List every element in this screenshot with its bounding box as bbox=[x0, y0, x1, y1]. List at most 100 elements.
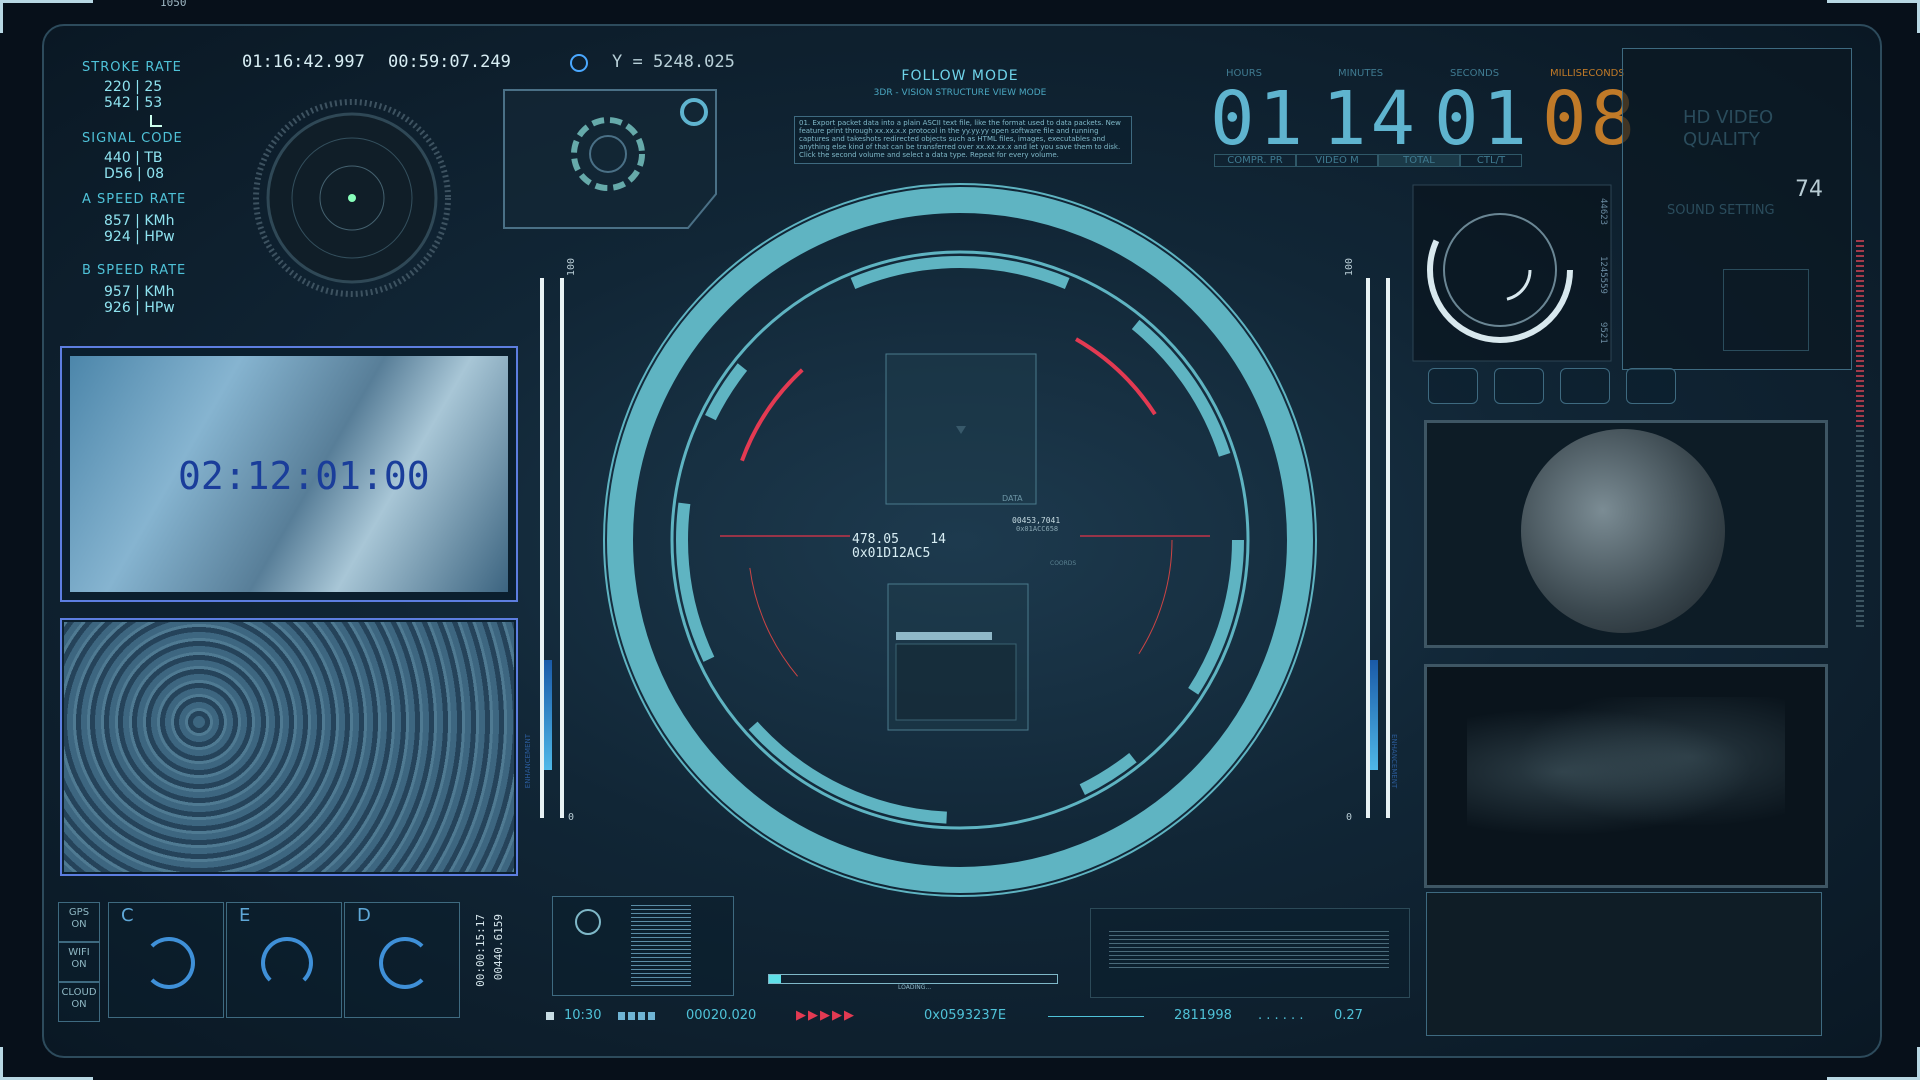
center-small2: 0x01ACC658 bbox=[1016, 525, 1059, 533]
b-speed-line1: 957 | KMh bbox=[104, 284, 175, 300]
target-icon bbox=[570, 54, 588, 72]
clock-sub3: TOTAL bbox=[1378, 154, 1460, 167]
gauge-c-label: C bbox=[121, 905, 134, 926]
status-arrows-icon: ▶▶▶▶▶ bbox=[796, 1008, 856, 1023]
world-map-panel[interactable] bbox=[1424, 664, 1828, 888]
right-scale-top: 100 bbox=[1344, 258, 1355, 277]
vnum3: 9521 bbox=[1598, 322, 1608, 344]
satellite-map-panel[interactable]: 02:12:01:00 bbox=[60, 346, 518, 602]
stroke-rate-line1: 220 | 25 bbox=[104, 79, 163, 95]
cloud-toggle[interactable]: CLOUD ON bbox=[58, 982, 100, 1022]
status-square-icon bbox=[546, 1012, 554, 1020]
left-scale-fill bbox=[544, 660, 552, 770]
vertical-code1: 00:00:15:17 bbox=[474, 914, 487, 987]
hd-video-value: 74 bbox=[1795, 177, 1823, 202]
clock-sub1: COMPR. PR bbox=[1214, 154, 1296, 167]
stroke-rate-line2: 542 | 53 bbox=[104, 95, 163, 111]
status-t2: 00020.020 bbox=[686, 1008, 757, 1023]
terrain-map-image bbox=[64, 622, 514, 872]
terrain-map-panel[interactable] bbox=[60, 618, 518, 876]
loading-bar bbox=[768, 974, 1058, 984]
stroke-rate-label: STROKE RATE bbox=[82, 60, 182, 75]
corner-bracket bbox=[1827, 0, 1920, 33]
clock-sub4: CTL/T bbox=[1460, 154, 1522, 167]
gauge-e-label: E bbox=[239, 905, 251, 926]
mini-button-1[interactable] bbox=[1428, 368, 1478, 404]
left-scale-bottom: 0 bbox=[568, 812, 575, 823]
gauge-e: E bbox=[226, 902, 342, 1018]
gauge-d-label: D bbox=[357, 905, 371, 926]
document-icon bbox=[575, 909, 601, 935]
globe-panel[interactable] bbox=[1424, 420, 1828, 648]
document-lines bbox=[631, 905, 691, 987]
b-speed-line2: 926 | HPw bbox=[104, 300, 175, 316]
status-dots: . . . . . . bbox=[1258, 1008, 1304, 1023]
left-scale-label: ENHANCEMENT bbox=[524, 734, 532, 789]
follow-mode-title: FOLLOW MODE bbox=[901, 68, 1019, 84]
status-hex: 0x0593237E bbox=[924, 1008, 1007, 1023]
a-speed-line2: 924 | HPw bbox=[104, 229, 175, 245]
mini-button-3[interactable] bbox=[1560, 368, 1610, 404]
vnum1: 44623 bbox=[1598, 198, 1608, 226]
document-box bbox=[552, 896, 734, 996]
corner-bracket bbox=[0, 0, 93, 33]
signal-code-line1: 440 | TB bbox=[104, 150, 163, 166]
center-readout1: 478.05 14 bbox=[852, 532, 946, 547]
vnum2: 1245559 bbox=[1598, 256, 1608, 294]
hd-video-quality: QUALITY bbox=[1683, 129, 1760, 150]
right-scale-bottom: 0 bbox=[1346, 812, 1353, 823]
wifi-toggle[interactable]: WIFI ON bbox=[58, 942, 100, 982]
clock-minutes: 14 bbox=[1322, 76, 1420, 162]
status-blocks bbox=[618, 1012, 658, 1020]
top-marker: 1050 bbox=[160, 0, 187, 9]
status-end: 0.27 bbox=[1334, 1008, 1363, 1023]
header-time2: 00:59:07.249 bbox=[388, 52, 511, 72]
blank-panel bbox=[1426, 892, 1822, 1036]
sound-setting-label: SOUND SETTING bbox=[1667, 203, 1775, 218]
ring-gauge bbox=[1412, 184, 1612, 362]
gauge-d-ring bbox=[379, 937, 431, 989]
clock-hours: 01 bbox=[1210, 76, 1308, 162]
left-stats: STROKE RATE 220 | 25 542 | 53 SIGNAL COD… bbox=[82, 60, 212, 316]
loading-bar-fill bbox=[769, 975, 781, 983]
clock-seconds: 01 bbox=[1434, 76, 1532, 162]
corner-bracket bbox=[1827, 1047, 1920, 1080]
left-scale-top: 100 bbox=[566, 258, 577, 277]
mini-button-4[interactable] bbox=[1626, 368, 1676, 404]
vertical-code2: 00440.6159 bbox=[492, 914, 505, 981]
coords-label: COORDS bbox=[1050, 560, 1077, 567]
notes-lines bbox=[1109, 931, 1389, 971]
gauge-e-ring bbox=[261, 937, 313, 989]
globe-image bbox=[1521, 429, 1725, 633]
log-text: 01. Export packet data into a plain ASCI… bbox=[799, 119, 1121, 159]
mini-button-2[interactable] bbox=[1494, 368, 1544, 404]
data-label: DATA bbox=[1002, 494, 1023, 503]
notes-box bbox=[1090, 908, 1410, 998]
right-scale-fill bbox=[1370, 660, 1378, 770]
digital-clock: HOURS MINUTES SECONDS MILLISECONDS 01 14… bbox=[1210, 66, 1635, 186]
status-num: 2811998 bbox=[1174, 1008, 1232, 1023]
header-time1: 01:16:42.997 bbox=[242, 52, 365, 72]
world-map-image bbox=[1467, 697, 1785, 847]
right-meter-alert bbox=[1856, 240, 1864, 430]
hd-video-title: HD VIDEO bbox=[1683, 107, 1774, 128]
y-readout: Y = 5248.025 bbox=[612, 52, 735, 72]
gauge-c: C bbox=[108, 902, 224, 1018]
signal-code-label: SIGNAL CODE bbox=[82, 131, 183, 146]
signal-code-line2: D56 | 08 bbox=[104, 166, 165, 182]
status-line bbox=[1048, 1016, 1144, 1017]
corner-bracket bbox=[0, 1047, 93, 1080]
gauge-c-ring bbox=[143, 937, 195, 989]
a-speed-label: A SPEED RATE bbox=[82, 192, 187, 207]
hd-video-panel: HD VIDEO QUALITY 74 SOUND SETTING bbox=[1622, 48, 1852, 370]
mini-grid bbox=[1723, 269, 1809, 351]
gps-toggle[interactable]: GPS ON bbox=[58, 902, 100, 942]
center-small1: 00453,7041 bbox=[1012, 516, 1061, 525]
right-scale-label: ENHANCEMENT bbox=[1390, 734, 1398, 789]
clock-sub2: VIDEO M bbox=[1296, 154, 1378, 167]
center-hud bbox=[603, 183, 1317, 897]
a-speed-line1: 857 | KMh bbox=[104, 213, 175, 229]
radar-dial bbox=[253, 99, 451, 297]
follow-mode-subtitle: 3DR - VISION STRUCTURE VIEW MODE bbox=[873, 88, 1047, 98]
gauge-d: D bbox=[344, 902, 460, 1018]
